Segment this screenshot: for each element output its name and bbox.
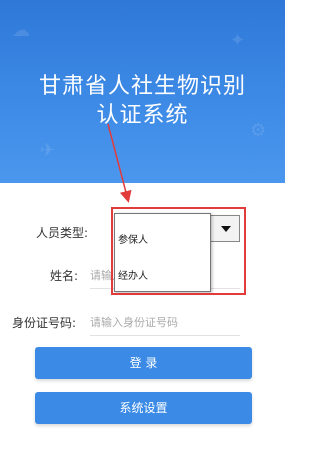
annotation-arrow [107,123,132,203]
